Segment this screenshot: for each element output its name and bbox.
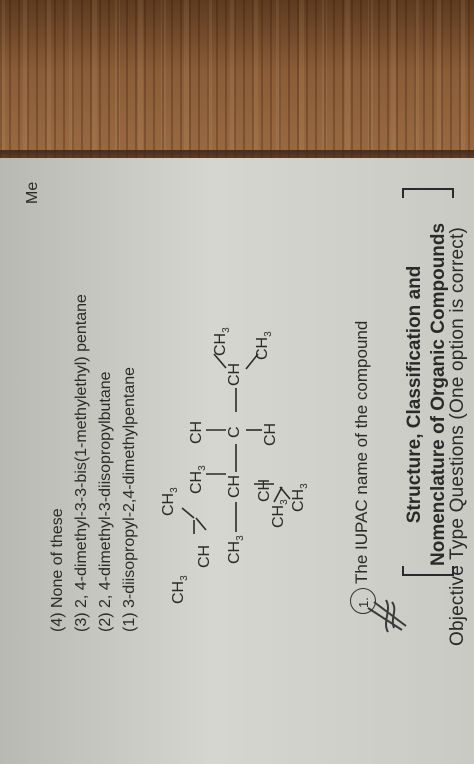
rotated-page-content: Objective Type Questions (One option is …	[0, 158, 474, 764]
option-4: (4) None of these	[49, 508, 66, 632]
option-1: (1) 3-diisopropyl-2,4-dimethylpentane	[121, 366, 138, 632]
option-2: (2) 2, 4-dimethyl-3-diisopropylbutane	[97, 371, 114, 632]
atom-ch3: CH3	[254, 331, 275, 360]
atom-ch: CH	[196, 544, 213, 568]
atom-ch: CH	[226, 474, 243, 498]
atom-ch3: CH3	[212, 327, 233, 356]
atom-ch3: CH3	[188, 465, 209, 494]
atom-ch: CH	[226, 362, 243, 386]
wooden-table-surface	[0, 0, 474, 160]
atom-c: C	[226, 426, 243, 438]
structure-bonds	[181, 353, 291, 534]
atom-ch3: CH3	[226, 535, 247, 564]
chemical-structure: CH3 CH CH3 CH3 CH C CH CH CH3 CH3 CH3 CH…	[0, 158, 474, 764]
atom-ch3: CH3	[160, 487, 181, 516]
option-3: (3) 2, 4-dimethyl-3-3-bis(1-methylethyl)…	[73, 294, 90, 632]
atom-ch: CH	[262, 422, 279, 446]
atom-ch3: CH3	[290, 483, 311, 512]
atom-ch: CH	[188, 420, 205, 444]
atom-ch3: CH3	[170, 575, 191, 604]
atom-ch3: CH3	[270, 499, 291, 528]
handwritten-note: Me	[24, 181, 41, 204]
